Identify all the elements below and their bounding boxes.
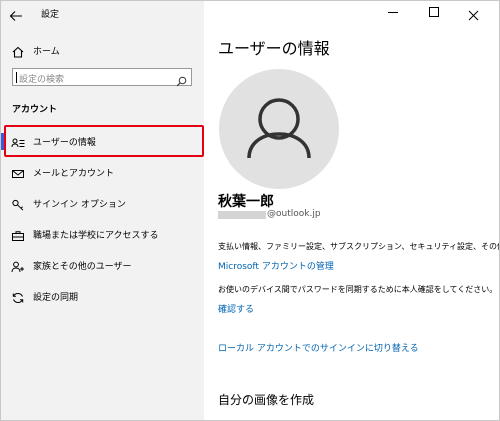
sidebar: 設定 ホーム 設定の検索 アカウント ユーザーの情報 メールとアカウント サイン… (1, 1, 204, 420)
page-title: ユーザーの情報 (218, 39, 330, 58)
account-description: 支払い情報、ファミリー設定、サブスクリプション、セキュリティ設定、その他 (218, 242, 500, 251)
close-button[interactable] (454, 1, 494, 23)
switch-local-account-link[interactable]: ローカル アカウントでのサインインに切り替える (218, 341, 419, 354)
sidebar-item-home[interactable]: ホーム (1, 37, 204, 65)
person-add-icon (11, 259, 25, 273)
sidebar-item-label: 設定の同期 (33, 293, 79, 303)
user-name: 秋葉一郎 (218, 194, 274, 210)
search-input[interactable]: 設定の検索 (12, 68, 192, 87)
minimize-button[interactable] (374, 1, 414, 23)
window-title: 設定 (41, 10, 60, 20)
email-domain: @outlook.jp (267, 209, 321, 219)
section-title: アカウント (12, 105, 58, 115)
sidebar-item-sync[interactable]: 設定の同期 (1, 283, 204, 311)
sidebar-item-family[interactable]: 家族とその他のユーザー (1, 252, 204, 280)
verify-link[interactable]: 確認する (218, 302, 254, 315)
mail-icon (11, 166, 25, 180)
email-redacted (218, 211, 266, 219)
key-icon (11, 197, 25, 211)
sidebar-item-signin-options[interactable]: サインイン オプション (1, 190, 204, 218)
close-icon (468, 6, 479, 25)
verify-text: お使いのデバイス間でパスワードを同期するために本人確認をしてください。 (218, 285, 498, 294)
sync-icon (11, 290, 25, 304)
sidebar-item-label: ホーム (33, 47, 60, 57)
sidebar-item-work-school[interactable]: 職場または学校にアクセスする (1, 221, 204, 249)
search-icon[interactable] (176, 72, 187, 87)
manage-account-link[interactable]: Microsoft アカウントの管理 (218, 259, 334, 272)
sidebar-item-label: メールとアカウント (33, 169, 115, 179)
create-picture-heading: 自分の画像を作成 (218, 393, 315, 407)
highlight-box (4, 125, 204, 157)
sidebar-item-label: サインイン オプション (33, 200, 126, 210)
settings-window: 設定 ホーム 設定の検索 アカウント ユーザーの情報 メールとアカウント サイン… (0, 0, 500, 421)
main-panel: ユーザーの情報 秋葉一郎 @outlook.jp 支払い情報、ファミリー設定、サ… (204, 1, 499, 420)
briefcase-icon (11, 228, 25, 242)
sidebar-item-label: 家族とその他のユーザー (33, 262, 132, 272)
maximize-icon (429, 7, 439, 17)
back-arrow-icon[interactable] (9, 7, 23, 21)
sidebar-item-label: 職場または学校にアクセスする (33, 231, 159, 241)
minimize-icon (388, 12, 398, 13)
text-caret (16, 72, 17, 83)
home-icon (11, 44, 25, 58)
sidebar-item-mail[interactable]: メールとアカウント (1, 159, 204, 187)
avatar[interactable] (219, 69, 339, 189)
search-placeholder: 設定の検索 (19, 75, 65, 85)
maximize-button[interactable] (414, 1, 454, 23)
person-icon (247, 98, 311, 159)
